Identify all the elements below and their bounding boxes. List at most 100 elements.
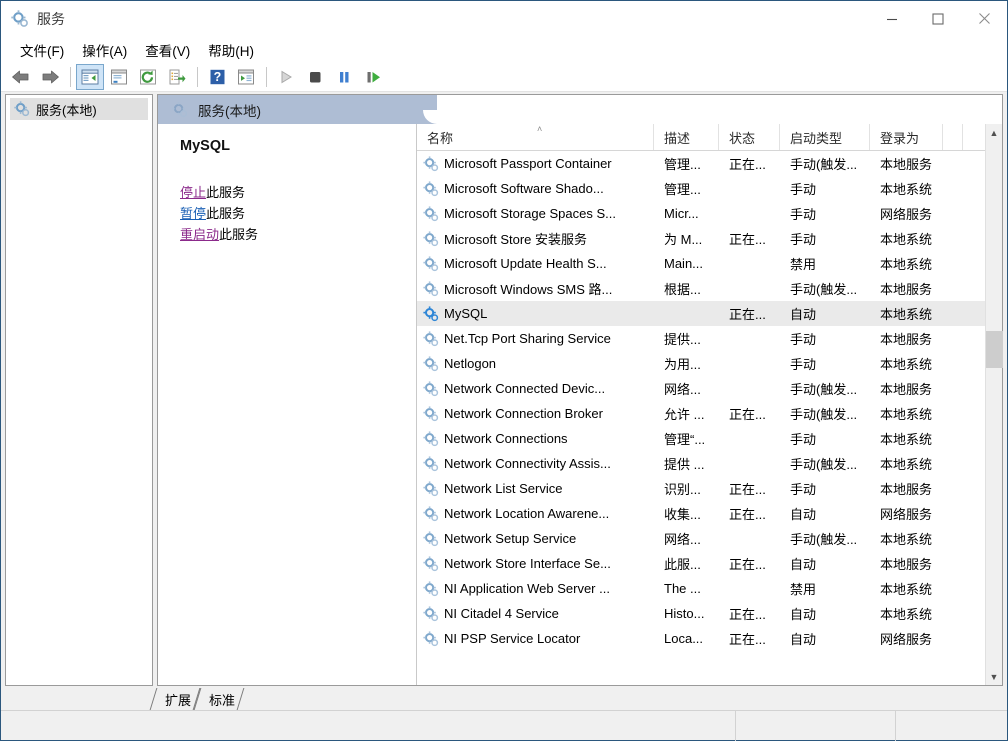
- scroll-down-icon[interactable]: ▼: [986, 668, 1002, 685]
- table-row[interactable]: Microsoft Store 安装服务 为 M... 正在... 手动 本地系统: [417, 226, 985, 251]
- cell-description: The ...: [664, 581, 701, 596]
- pause-service-link[interactable]: 暂停此服务: [180, 203, 416, 224]
- column-header-pad[interactable]: [943, 124, 963, 150]
- table-row[interactable]: Network Setup Service 网络... 手动(触发... 本地系统: [417, 526, 985, 551]
- cell-startup: 手动(触发...: [790, 382, 858, 397]
- column-header-name[interactable]: 名称 ˄: [417, 124, 654, 150]
- export-list-icon[interactable]: [163, 64, 191, 90]
- cell-logon: 网络服务: [880, 207, 933, 222]
- cell-startup: 禁用: [790, 257, 817, 272]
- show-action-pane-icon[interactable]: [232, 64, 260, 90]
- pause-service-link-text[interactable]: 暂停: [180, 206, 206, 221]
- table-row[interactable]: Net.Tcp Port Sharing Service 提供... 手动 本地服务: [417, 326, 985, 351]
- service-gear-icon: [423, 480, 439, 497]
- service-gear-icon: [423, 455, 439, 472]
- table-row[interactable]: Netlogon 为用... 手动 本地系统: [417, 351, 985, 376]
- cell-description: 提供...: [664, 332, 701, 347]
- cell-startup: 手动: [790, 482, 817, 497]
- restart-service-link-text[interactable]: 重启动: [180, 227, 219, 242]
- table-row[interactable]: Microsoft Software Shado... 管理... 手动 本地系统: [417, 176, 985, 201]
- cell-logon: 本地系统: [880, 357, 933, 372]
- cell-name: Network Location Awarene...: [417, 505, 654, 522]
- service-name-text: Net.Tcp Port Sharing Service: [444, 331, 611, 346]
- forward-arrow-icon[interactable]: [36, 64, 64, 90]
- column-header-startup[interactable]: 启动类型: [780, 124, 870, 150]
- service-gear-icon: [423, 380, 439, 397]
- pane-header-rounded-corner: [423, 95, 437, 124]
- minimize-icon[interactable]: [869, 1, 915, 36]
- services-gear-icon: [172, 101, 188, 118]
- start-service-icon[interactable]: [272, 64, 300, 90]
- vertical-scrollbar[interactable]: ▲ ▼: [985, 124, 1003, 685]
- tab-standard[interactable]: 标准: [193, 688, 245, 710]
- table-row[interactable]: Network Connection Broker 允许 ... 正在... 手动(触…: [417, 401, 985, 426]
- service-name-text: Microsoft Windows SMS 路...: [444, 282, 613, 297]
- cell-startup: 手动(触发...: [790, 457, 858, 472]
- table-row[interactable]: NI Citadel 4 Service Histo... 正在... 自动 本地系统: [417, 601, 985, 626]
- list-header-row: 名称 ˄ 描述 状态 启动类型 登录为: [417, 124, 985, 151]
- table-row[interactable]: Network Store Interface Se... 此服... 正在... 自…: [417, 551, 985, 576]
- menu-file[interactable]: 文件(F): [11, 37, 73, 63]
- cell-logon: 本地服务: [880, 282, 933, 297]
- cell-status: 正在...: [729, 232, 766, 247]
- scrollbar-thumb[interactable]: [986, 330, 1003, 368]
- cell-logon: 本地系统: [880, 307, 933, 322]
- services-gear-icon: [14, 101, 30, 117]
- stop-service-link[interactable]: 停止此服务: [180, 182, 416, 203]
- cell-startup: 手动(触发...: [790, 157, 858, 172]
- cell-name: Microsoft Update Health S...: [417, 255, 654, 272]
- service-gear-icon: [423, 505, 439, 522]
- show-hide-console-tree-icon[interactable]: [76, 64, 104, 90]
- cell-description: 收集...: [664, 507, 701, 522]
- menu-help[interactable]: 帮助(H): [199, 37, 263, 63]
- table-row[interactable]: Microsoft Storage Spaces S... Micr... 手动 网络…: [417, 201, 985, 226]
- cell-description: Loca...: [664, 631, 704, 646]
- scroll-up-icon[interactable]: ▲: [986, 124, 1002, 141]
- cell-name: Network Connectivity Assis...: [417, 455, 654, 472]
- help-icon[interactable]: ?: [203, 64, 231, 90]
- pane-content: MySQL 停止此服务 暂停此服务 重启动此服务 名称 ˄ 描述 状态 启动类型 登录为 …: [158, 124, 1003, 685]
- table-row[interactable]: Network Connectivity Assis... 提供 ... 手动(触发…: [417, 451, 985, 476]
- cell-logon: 本地服务: [880, 557, 933, 572]
- table-row[interactable]: NI Application Web Server ... The ... 禁用 本地…: [417, 576, 985, 601]
- tree-item-services-local[interactable]: 服务(本地): [10, 98, 148, 120]
- column-header-description[interactable]: 描述: [654, 124, 719, 150]
- table-row[interactable]: Network Connected Devic... 网络... 手动(触发... 本…: [417, 376, 985, 401]
- window-title: 服务: [37, 10, 65, 27]
- menu-view[interactable]: 查看(V): [136, 37, 199, 63]
- scrollbar-track[interactable]: [986, 141, 1003, 668]
- cell-startup: 禁用: [790, 582, 817, 597]
- table-row[interactable]: Microsoft Passport Container 管理... 正在... 手动…: [417, 151, 985, 176]
- table-row[interactable]: Microsoft Update Health S... Main... 禁用 本地系…: [417, 251, 985, 276]
- cell-description: 为 M...: [664, 232, 703, 247]
- restart-service-link[interactable]: 重启动此服务: [180, 224, 416, 245]
- stop-service-link-text[interactable]: 停止: [180, 185, 206, 200]
- service-gear-icon: [423, 330, 439, 347]
- status-bar: [1, 710, 1007, 741]
- menu-action[interactable]: 操作(A): [73, 37, 136, 63]
- properties-icon[interactable]: [105, 64, 133, 90]
- menu-bar: 文件(F) 操作(A) 查看(V) 帮助(H): [1, 37, 1007, 63]
- table-row[interactable]: Microsoft Windows SMS 路... 根据... 手动(触发... 本…: [417, 276, 985, 301]
- table-row[interactable]: Network List Service 识别... 正在... 手动 本地服务: [417, 476, 985, 501]
- table-row[interactable]: NI PSP Service Locator Loca... 正在... 自动 网络服务: [417, 626, 985, 651]
- tab-extended[interactable]: 扩展: [149, 688, 201, 710]
- column-header-status[interactable]: 状态: [719, 124, 780, 150]
- cell-description: Histo...: [664, 606, 705, 621]
- pause-service-icon[interactable]: [330, 64, 358, 90]
- table-row[interactable]: Network Location Awarene... 收集... 正在... 自动 网…: [417, 501, 985, 526]
- table-row[interactable]: Network Connections 管理“... 手动 本地系统: [417, 426, 985, 451]
- stop-service-icon[interactable]: [301, 64, 329, 90]
- service-name-text: Network Store Interface Se...: [444, 556, 611, 571]
- column-header-logon[interactable]: 登录为: [870, 124, 943, 150]
- service-name-text: NI PSP Service Locator: [444, 631, 581, 646]
- cell-description: 识别...: [664, 482, 701, 497]
- toolbar-separator: [197, 67, 198, 87]
- back-arrow-icon[interactable]: [7, 64, 35, 90]
- restart-service-icon[interactable]: [359, 64, 387, 90]
- table-row[interactable]: MySQL 正在... 自动 本地系统: [417, 301, 985, 326]
- refresh-icon[interactable]: [134, 64, 162, 90]
- close-icon[interactable]: [961, 1, 1007, 36]
- maximize-icon[interactable]: [915, 1, 961, 36]
- service-name-text: MySQL: [444, 306, 488, 321]
